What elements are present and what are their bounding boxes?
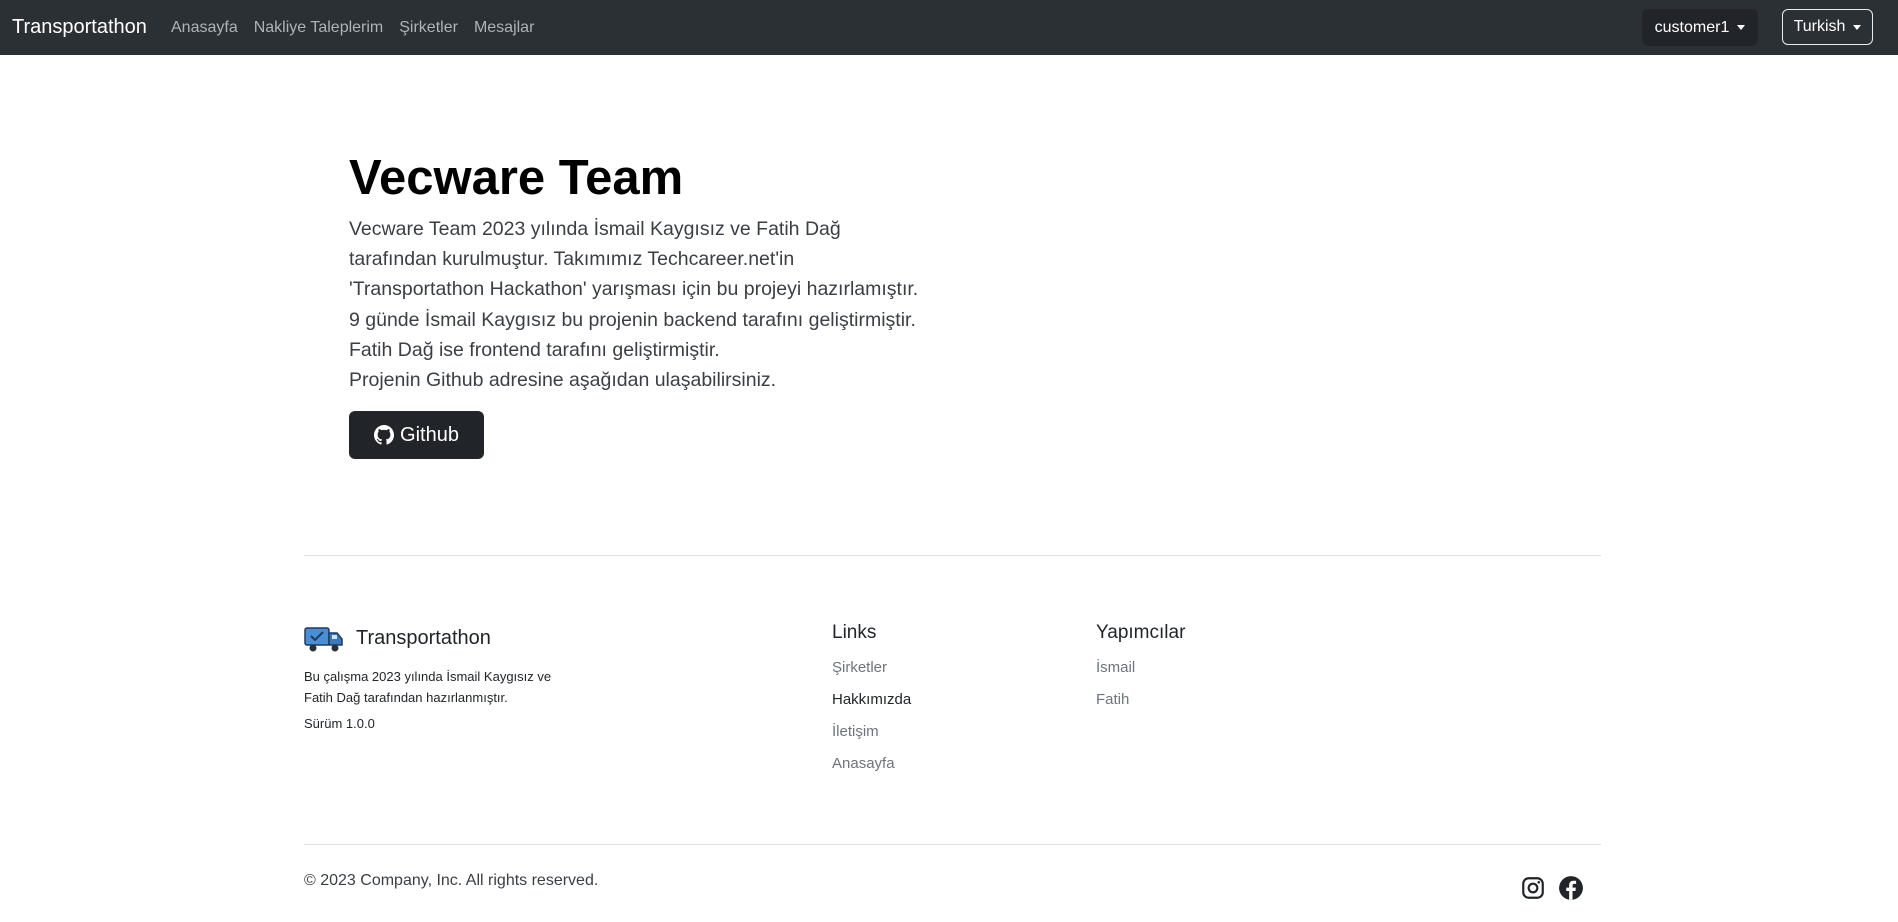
about-description: Vecware Team 2023 yılında İsmail Kaygısı… (349, 214, 929, 395)
nav-link-sirketler[interactable]: Şirketler (399, 19, 458, 37)
github-note: Projenin Github adresine aşağıdan ulaşab… (349, 369, 777, 392)
footer-link-iletisim[interactable]: İletişim (832, 716, 911, 748)
copyright-text: © 2023 Company, Inc. All rights reserved… (304, 872, 599, 889)
about-section: Vecware Team Vecware Team 2023 yılında İ… (349, 148, 929, 459)
user-dropdown-label: customer1 (1654, 18, 1730, 36)
footer-link-sirketler[interactable]: Şirketler (832, 652, 911, 684)
github-button[interactable]: Github (349, 411, 484, 459)
github-icon (374, 425, 395, 445)
footer-links-column: Links Şirketler Hakkımızda İletişim Anas… (832, 620, 911, 780)
top-navbar: Transportathon Anasayfa Nakliye Talepler… (0, 0, 1898, 55)
nav-link-mesajlar[interactable]: Mesajlar (474, 19, 534, 37)
github-button-label: Github (400, 423, 459, 446)
footer-link-anasayfa[interactable]: Anasayfa (832, 748, 911, 780)
about-text: Vecware Team 2023 yılında İsmail Kaygısı… (349, 218, 919, 361)
footer-description: Bu çalışma 2023 yılında İsmail Kaygısız … (304, 669, 552, 705)
footer-makers-column: Yapımcılar İsmail Fatih (1096, 620, 1185, 716)
language-dropdown-label: Turkish (1793, 18, 1846, 35)
page-title: Vecware Team (349, 151, 684, 205)
footer-maker-ismail[interactable]: İsmail (1096, 652, 1185, 684)
user-dropdown[interactable]: customer1 (1642, 9, 1758, 46)
footer-divider-bottom (304, 844, 1601, 845)
nav-link-anasayfa[interactable]: Anasayfa (171, 19, 238, 37)
caret-down-icon (1737, 25, 1746, 30)
language-dropdown[interactable]: Turkish (1782, 9, 1873, 45)
footer-version: Sürüm 1.0.0 (304, 716, 375, 731)
facebook-icon[interactable] (1558, 875, 1584, 901)
nav-link-nakliye-taleplerim[interactable]: Nakliye Taleplerim (254, 19, 384, 37)
nav-links: Anasayfa Nakliye Taleplerim Şirketler Me… (171, 0, 534, 55)
footer-links-title: Links (832, 622, 877, 643)
navbar-brand[interactable]: Transportathon (12, 0, 147, 55)
footer-link-hakkimizda[interactable]: Hakkımızda (832, 684, 911, 716)
caret-down-icon (1853, 24, 1862, 30)
truck-logo-icon (304, 627, 343, 652)
footer-divider-top (304, 555, 1601, 556)
footer-makers-title: Yapımcılar (1096, 622, 1186, 643)
footer-maker-fatih[interactable]: Fatih (1096, 684, 1185, 716)
footer-brand: Transportathon (356, 627, 491, 649)
instagram-icon[interactable] (1520, 875, 1546, 901)
